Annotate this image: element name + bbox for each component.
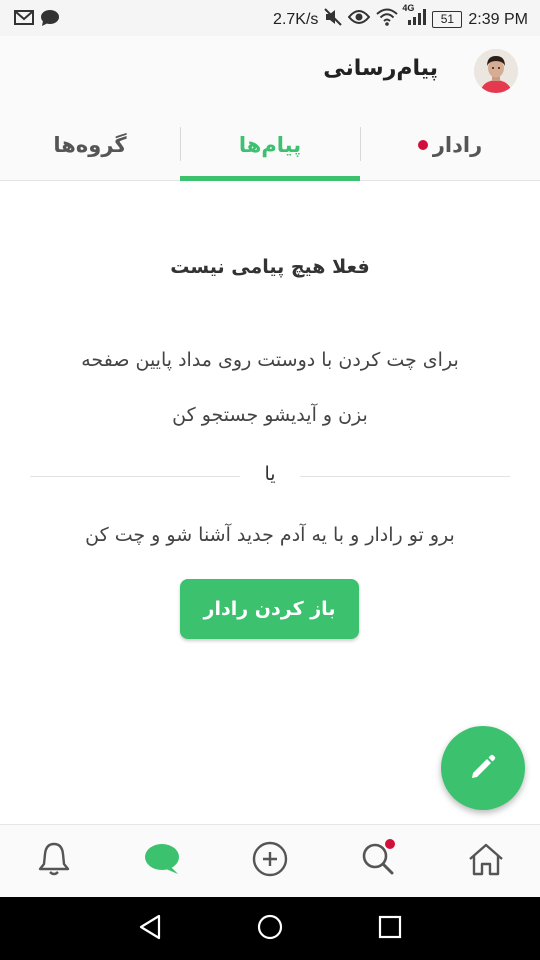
status-left-icons [14, 9, 60, 32]
home-circle-icon [256, 913, 284, 945]
eye-icon [348, 9, 371, 30]
add-circle-icon [252, 841, 288, 881]
divider-right [300, 476, 510, 477]
new-chat-fab[interactable] [441, 726, 525, 810]
recents-icon [378, 915, 402, 943]
empty-state-text-line1: برای چت کردن با دوستت روی مداد پایین صفح… [81, 349, 459, 371]
nav-search[interactable] [324, 825, 432, 897]
back-button[interactable] [134, 913, 166, 945]
wifi-icon [376, 8, 399, 31]
nav-chats[interactable] [108, 825, 216, 897]
tab-groups-label: گروه‌ها [53, 133, 127, 157]
battery-icon: 51 [432, 11, 463, 28]
empty-state-text-line3: برو تو رادار و با یه آدم جدید آشنا شو و … [85, 524, 455, 546]
bell-icon [37, 841, 71, 881]
avatar[interactable] [474, 49, 518, 93]
network-speed: 2.7K/s [273, 10, 319, 28]
page-title: پیام‌رسانی [323, 56, 438, 81]
tab-radar-label: رادار [432, 133, 483, 157]
radar-notification-dot [417, 140, 428, 150]
recents-button[interactable] [374, 913, 406, 945]
pencil-icon [467, 751, 499, 786]
mute-icon [324, 8, 343, 31]
status-right-icons: 2.7K/s 4G 51 2:39 PM [273, 3, 528, 31]
home-icon [468, 842, 504, 880]
empty-state-title: فعلا هیچ پیامی نیست [170, 256, 370, 278]
status-bar: 2.7K/s 4G 51 2:39 PM [0, 0, 540, 36]
nav-notifications[interactable] [0, 825, 108, 897]
home-button[interactable] [254, 913, 286, 945]
divider-left [30, 476, 240, 477]
clock: 2:39 PM [468, 10, 528, 28]
app-header: پیام‌رسانی [0, 36, 540, 110]
open-radar-button[interactable]: باز کردن رادار [180, 579, 359, 639]
nav-home[interactable] [432, 825, 540, 897]
tab-bar: گروه‌ها پیام‌ها رادار [0, 110, 540, 181]
search-notification-dot [385, 839, 395, 849]
empty-state-text-line2: بزن و آیدیشو جستجو کن [172, 404, 368, 426]
back-icon [138, 914, 162, 944]
system-navigation-bar [0, 897, 540, 960]
tab-radar[interactable]: رادار [360, 110, 540, 180]
battery-level: 51 [440, 12, 455, 26]
tab-messages-label: پیام‌ها [238, 133, 302, 157]
tab-groups[interactable]: گروه‌ها [0, 110, 180, 180]
signal-icon: 4G [402, 3, 427, 30]
chat-icon [144, 842, 180, 880]
tab-messages[interactable]: پیام‌ها [180, 110, 360, 181]
message-icon [40, 9, 60, 32]
or-separator: یا [264, 463, 276, 485]
network-type: 4G [402, 3, 415, 13]
nav-add[interactable] [216, 825, 324, 897]
gmail-icon [14, 9, 34, 32]
bottom-navigation [0, 824, 540, 897]
